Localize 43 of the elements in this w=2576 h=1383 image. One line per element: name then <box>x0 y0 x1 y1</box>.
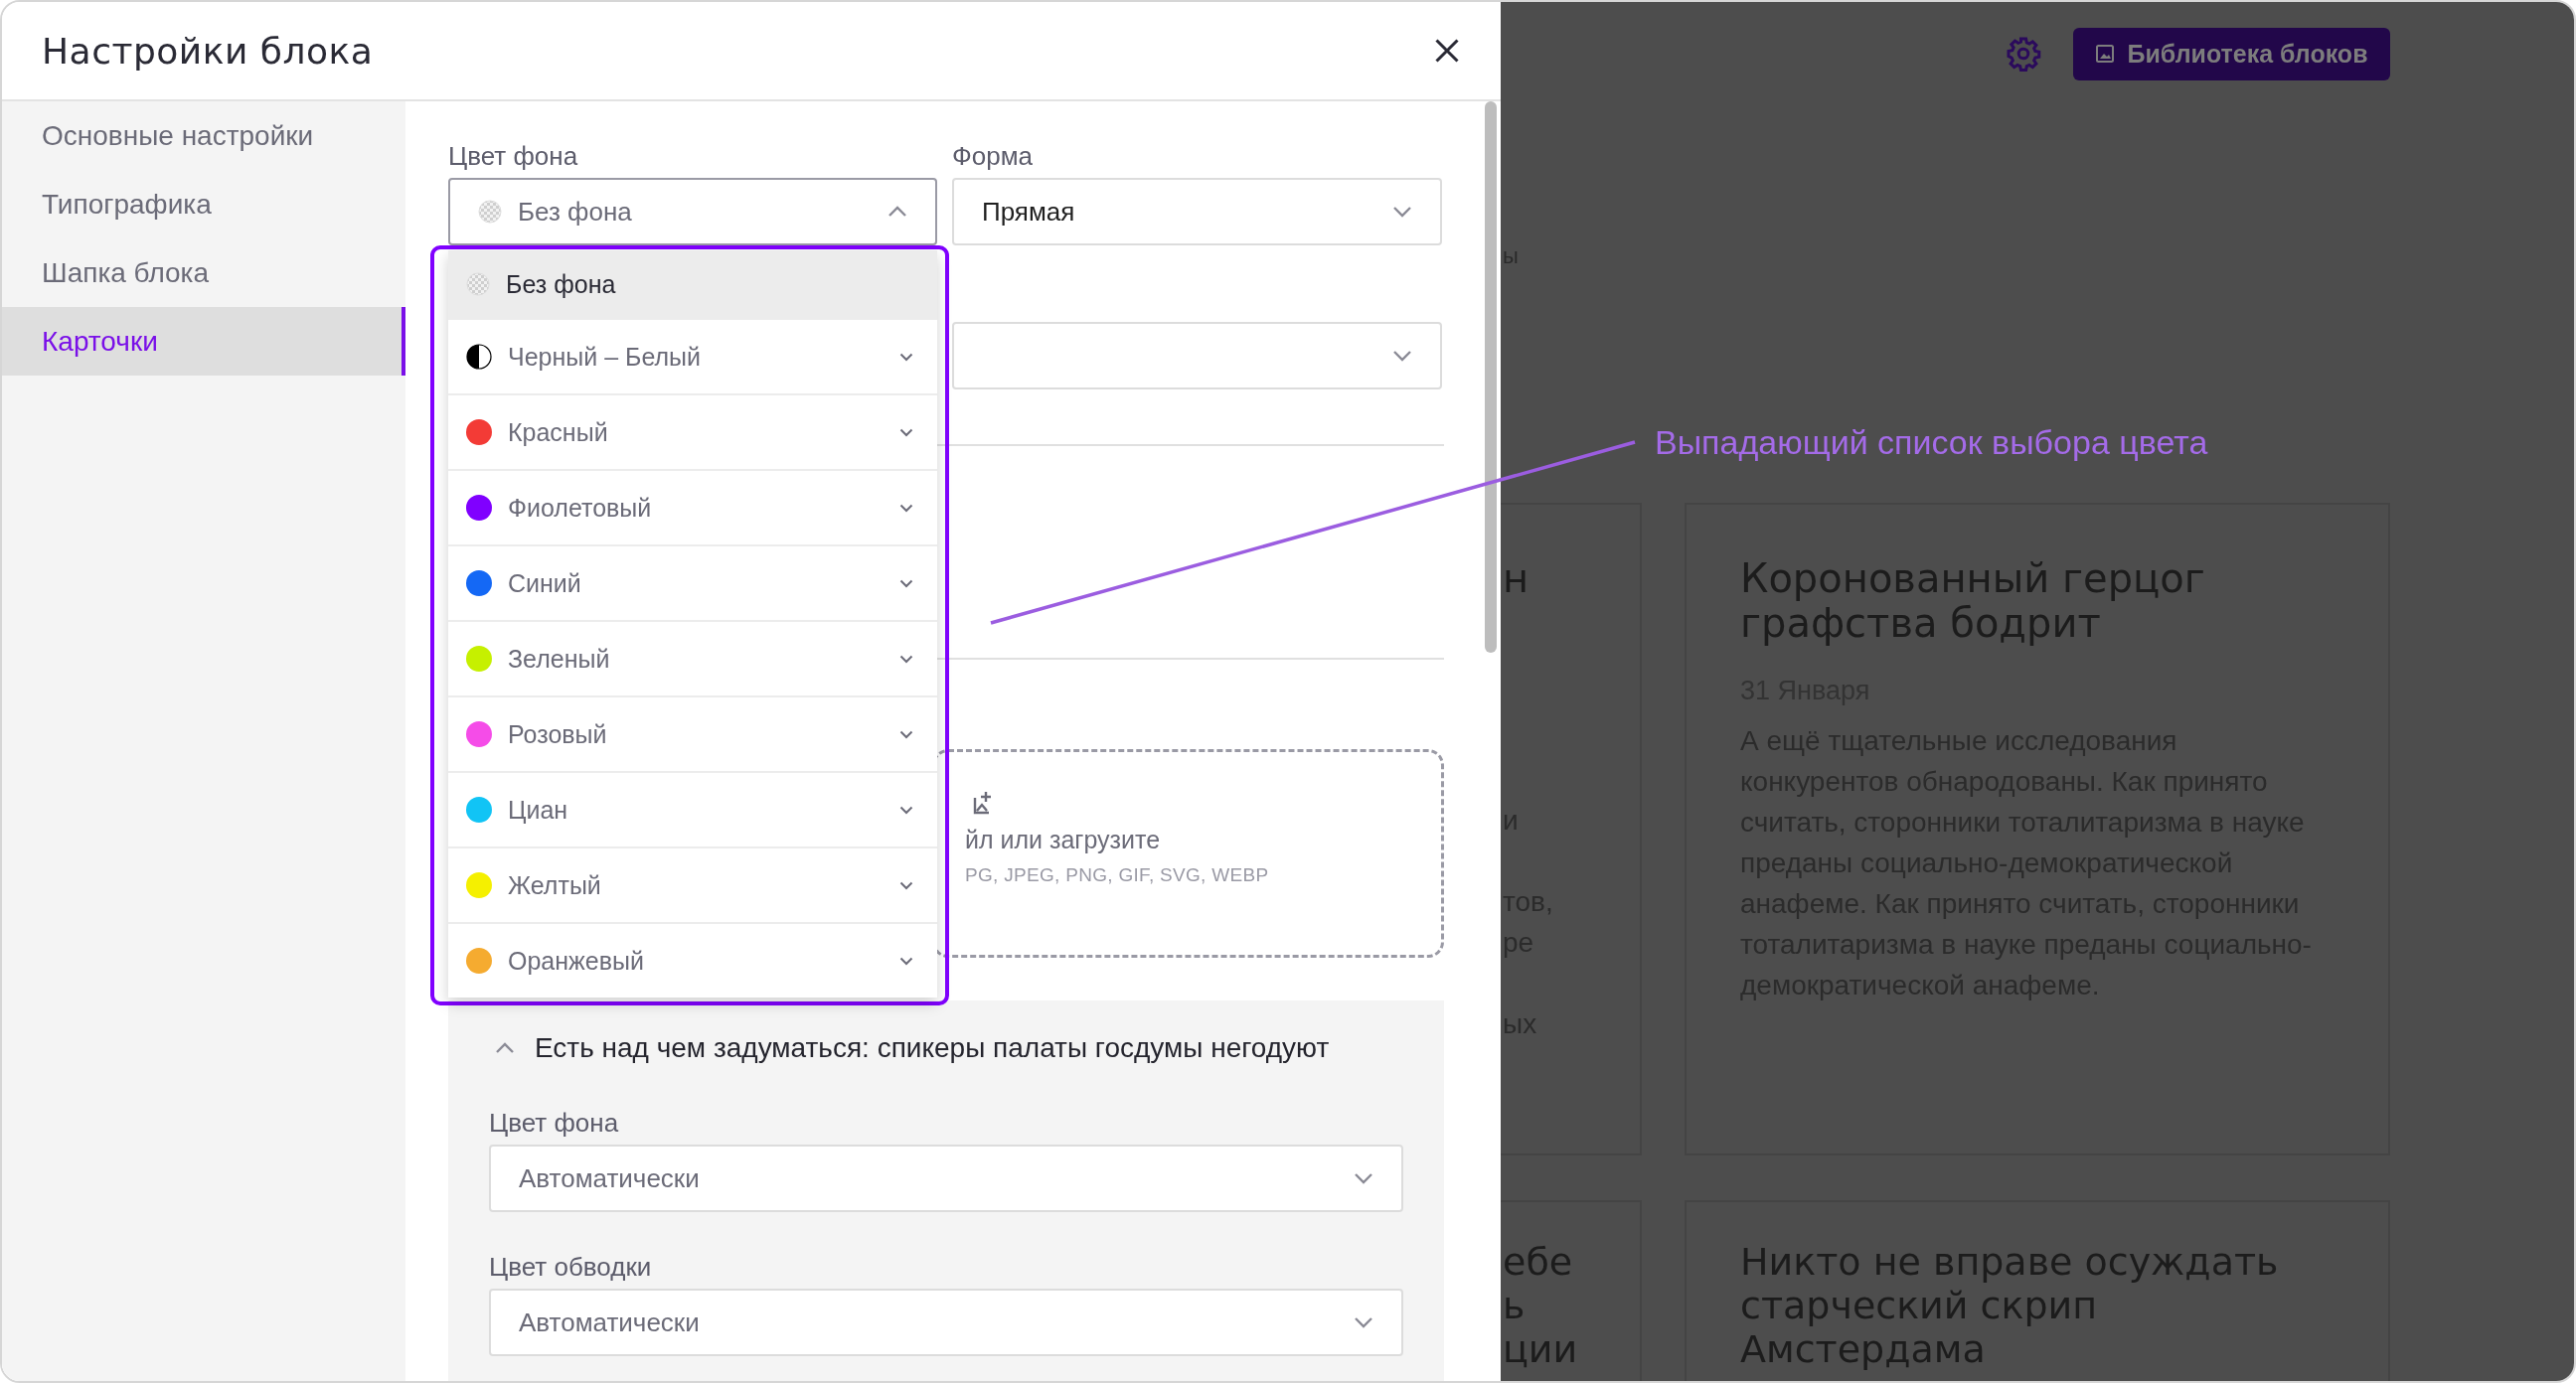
chevron-down-icon <box>1354 1316 1373 1328</box>
annotation-text: Выпадающий список выбора цвета <box>1655 423 2208 462</box>
sidebar-item[interactable]: Карточки <box>2 307 405 376</box>
background-color-select[interactable]: Без фона <box>448 178 937 245</box>
field-label: Цвет фона <box>489 1108 620 1138</box>
settings-icon[interactable] <box>2006 36 2041 72</box>
chevron-up-icon <box>887 206 907 218</box>
color-option[interactable]: Без фона <box>448 250 937 318</box>
transparent-swatch-icon <box>478 200 502 224</box>
color-option[interactable]: Циан <box>448 771 937 846</box>
sidebar-item[interactable]: Основные настройки <box>2 101 405 170</box>
select-field[interactable]: Автоматически <box>489 1289 1403 1356</box>
color-option[interactable]: Розовый <box>448 695 937 771</box>
color-option[interactable]: Оранжевый <box>448 922 937 998</box>
chevron-down-icon <box>1354 1172 1373 1184</box>
chevron-down-icon <box>1392 350 1412 362</box>
accordion-header[interactable]: Есть над чем задуматься: спикеры палаты госдумы негодуют <box>489 1028 1403 1068</box>
modal-title: Настройки блока <box>42 30 374 72</box>
close-icon[interactable] <box>1433 37 1461 65</box>
color-option[interactable]: Черный – Белый <box>448 318 937 393</box>
sidebar-item[interactable]: Типографика <box>2 170 405 238</box>
image-icon <box>2095 44 2116 64</box>
color-option[interactable]: Желтый <box>448 846 937 922</box>
chevron-up-icon <box>495 1042 515 1054</box>
color-option[interactable]: Синий <box>448 544 937 620</box>
field-label: Цвет фона <box>448 141 579 171</box>
transparent-swatch-icon <box>466 272 490 296</box>
shape-select[interactable]: Прямая <box>952 178 1442 245</box>
field-label: Цвет обводки <box>489 1252 653 1282</box>
select-field[interactable] <box>952 322 1442 389</box>
field-label: Форма <box>952 141 1035 171</box>
upload-formats: PG, JPEG, PNG, GIF, SVG, WEBP <box>965 864 1269 886</box>
upload-text: йл или загрузите <box>965 826 1161 854</box>
image-upload-icon <box>973 790 993 816</box>
select-field[interactable]: Автоматически <box>489 1145 1403 1212</box>
color-option[interactable]: Зеленый <box>448 620 937 695</box>
sidebar-item[interactable]: Шапка блока <box>2 238 405 307</box>
chevron-down-icon <box>1392 206 1412 218</box>
scrollbar-thumb[interactable] <box>1485 101 1497 653</box>
color-option[interactable]: Красный <box>448 393 937 469</box>
color-option[interactable]: Фиолетовый <box>448 469 937 544</box>
half-circle-icon <box>466 344 492 370</box>
block-library-button[interactable]: Библиотека блоков <box>2073 27 2390 80</box>
